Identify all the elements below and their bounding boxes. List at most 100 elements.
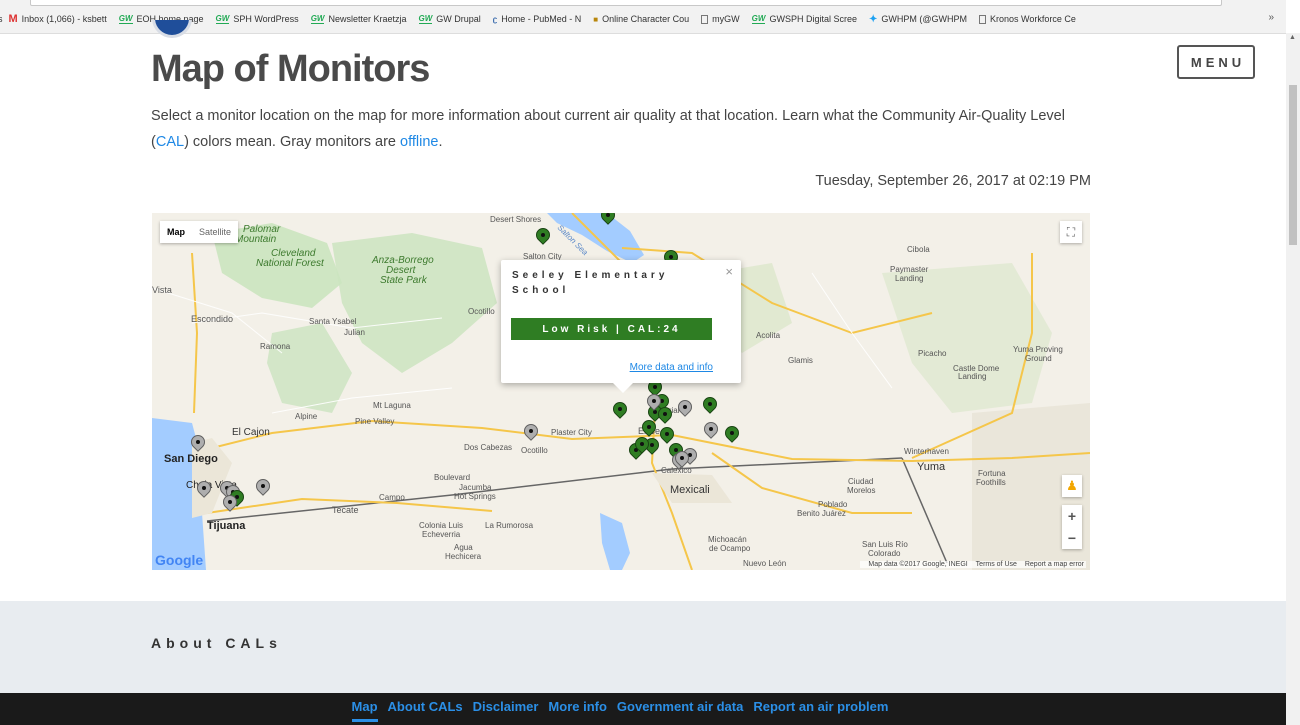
cal-link[interactable]: CAL: [156, 134, 184, 150]
intro-text-part: ) colors mean. Gray monitors are: [184, 134, 401, 150]
bookmark-item-course[interactable]: ■ Online Character Cou: [593, 14, 689, 24]
monitor-pin-green[interactable]: [613, 402, 627, 422]
map-label: Landing: [895, 274, 923, 283]
report-map-error-link[interactable]: Report a map error: [1025, 561, 1084, 568]
address-bar[interactable]: [30, 0, 1222, 6]
monitor-pin-green[interactable]: [725, 426, 739, 446]
menu-button[interactable]: MENU: [1177, 45, 1255, 79]
map-label: Colorado: [868, 549, 901, 558]
update-timestamp: Tuesday, September 26, 2017 at 02:19 PM: [815, 173, 1091, 189]
monitor-pin-gray[interactable]: [191, 435, 205, 455]
bookmark-label: Home - PubMed - N: [501, 14, 582, 24]
bookmark-item-digital-screen[interactable]: GW GWSPH Digital Scree: [751, 14, 857, 24]
map-label: Morelos: [847, 486, 875, 495]
bookmark-item-wordpress[interactable]: GW SPH WordPress: [215, 14, 299, 24]
map-label: Mountain: [235, 234, 277, 245]
google-logo[interactable]: Google: [155, 552, 203, 568]
map-label: Julian: [344, 328, 365, 337]
more-data-link[interactable]: More data and info: [630, 362, 713, 373]
monitor-pin-green[interactable]: [635, 437, 649, 457]
bookmark-item-twitter[interactable]: ✦ GWHPM (@GWHPM: [869, 14, 967, 25]
map-type-satellite-button[interactable]: Satellite: [192, 221, 238, 243]
offline-link[interactable]: offline: [400, 134, 438, 150]
footer-nav: Map About CALs Disclaimer More info Governme…: [0, 699, 1240, 722]
scroll-up-icon[interactable]: ▲: [1289, 34, 1296, 41]
monitor-pin-green[interactable]: [601, 213, 615, 228]
bookmark-label: Inbox (1,066) - ksbett: [21, 14, 107, 24]
monitor-info-window: Seeley Elementary School × Low Risk | CA…: [501, 260, 741, 393]
bookmark-item-drupal[interactable]: GW GW Drupal: [418, 13, 481, 24]
map-label: Hot Springs: [454, 492, 496, 501]
bookmark-item-pubmed[interactable]: ʗ Home - PubMed - N: [493, 14, 581, 24]
footer-link-government-air-data[interactable]: Government air data: [617, 699, 743, 722]
footer-link-more-info[interactable]: More info: [548, 699, 607, 722]
map-label: Mt Laguna: [373, 401, 411, 410]
map-label: Ocotillo: [521, 446, 548, 455]
monitor-map[interactable]: Palomar Mountain Cleveland National Fore…: [152, 213, 1090, 570]
anza-borrego-area: [332, 233, 497, 373]
about-cals-heading: About CALs: [151, 635, 282, 651]
monitor-pin-green[interactable]: [536, 228, 550, 248]
monitor-pin-gray[interactable]: [675, 451, 689, 471]
zoom-out-button[interactable]: −: [1062, 527, 1082, 549]
map-label: Jacumba: [459, 483, 492, 492]
bookmark-item-newsletter[interactable]: GW Newsletter Kraetzja: [310, 13, 407, 24]
intro-text-part: .: [438, 134, 443, 150]
zoom-in-button[interactable]: +: [1062, 505, 1082, 527]
footer-nav-bar: Map About CALs Disclaimer More info Governme…: [0, 693, 1286, 725]
monitor-pin-gray[interactable]: [678, 400, 692, 420]
map-label: Paymaster: [890, 265, 929, 274]
fullscreen-icon[interactable]: ⛶: [1060, 221, 1082, 243]
map-label: Yuma: [917, 461, 946, 473]
intl-border-south: [901, 457, 948, 564]
laguna-salada: [600, 513, 630, 570]
gw-icon: GW: [418, 13, 433, 24]
map-label: Echeverria: [422, 530, 461, 539]
monitor-pin-gray[interactable]: [524, 424, 538, 444]
map-label: Nuevo León: [743, 559, 786, 568]
street-view-pegman-icon[interactable]: ♟: [1062, 475, 1082, 497]
map-label: La Rumorosa: [485, 521, 534, 530]
page-scrollbar[interactable]: ▲: [1286, 33, 1300, 725]
course-icon: ■: [593, 14, 599, 24]
monitor-pin-gray[interactable]: [197, 481, 211, 501]
monitor-pin-green[interactable]: [658, 407, 672, 427]
scrollbar-thumb[interactable]: [1289, 85, 1297, 245]
footer-link-about-cals[interactable]: About CALs: [388, 699, 463, 722]
monitor-pin-green[interactable]: [703, 397, 717, 417]
footer-link-map[interactable]: Map: [351, 699, 378, 722]
monitor-pin-gray[interactable]: [256, 479, 270, 499]
bookmark-item-gmail[interactable]: s M Inbox (1,066) - ksbett: [0, 13, 107, 25]
page-icon: [701, 14, 709, 24]
map-label: Michoacán: [708, 535, 747, 544]
bookmark-label: Newsletter Kraetzja: [328, 14, 407, 24]
about-cals-section: About CALs: [0, 601, 1286, 693]
bookmark-item-kronos[interactable]: Kronos Workforce Ce: [979, 14, 1076, 24]
map-label: Winterhaven: [904, 447, 949, 456]
map-label: Foothills: [976, 478, 1006, 487]
bookmark-item-mygw[interactable]: myGW: [701, 14, 740, 24]
site-logo[interactable]: [152, 20, 192, 40]
map-label: Yuma Proving: [1013, 345, 1063, 354]
map-type-map-button[interactable]: Map: [160, 221, 192, 243]
monitor-pin-gray[interactable]: [704, 422, 718, 442]
gw-icon: GW: [310, 13, 325, 24]
monitor-pin-gray[interactable]: [223, 495, 237, 515]
map-label: Pine Valley: [355, 417, 394, 426]
map-label: Desert Shores: [490, 215, 541, 224]
gmail-icon: M: [8, 13, 18, 25]
pubmed-icon: ʗ: [492, 14, 498, 24]
yuma-proving-area: [882, 263, 1052, 413]
bookmarks-bar: s M Inbox (1,066) - ksbett GW EOH home p…: [0, 0, 1286, 34]
footer-link-report-an-air-problem[interactable]: Report an air problem: [753, 699, 888, 722]
map-attribution: Map data ©2017 Google, INEGI Terms of Us…: [860, 561, 1086, 568]
bookmarks-overflow-icon[interactable]: »: [1268, 12, 1274, 23]
laguna-forest-area: [267, 323, 352, 413]
close-icon[interactable]: ×: [725, 264, 733, 279]
map-label: National Forest: [256, 258, 325, 269]
partial-bookmark-fragment: s: [0, 14, 3, 24]
terms-link[interactable]: Terms of Use: [976, 561, 1017, 568]
map-label: Picacho: [918, 349, 947, 358]
cal-status-badge: Low Risk | CAL:24: [511, 318, 712, 340]
footer-link-disclaimer[interactable]: Disclaimer: [473, 699, 539, 722]
